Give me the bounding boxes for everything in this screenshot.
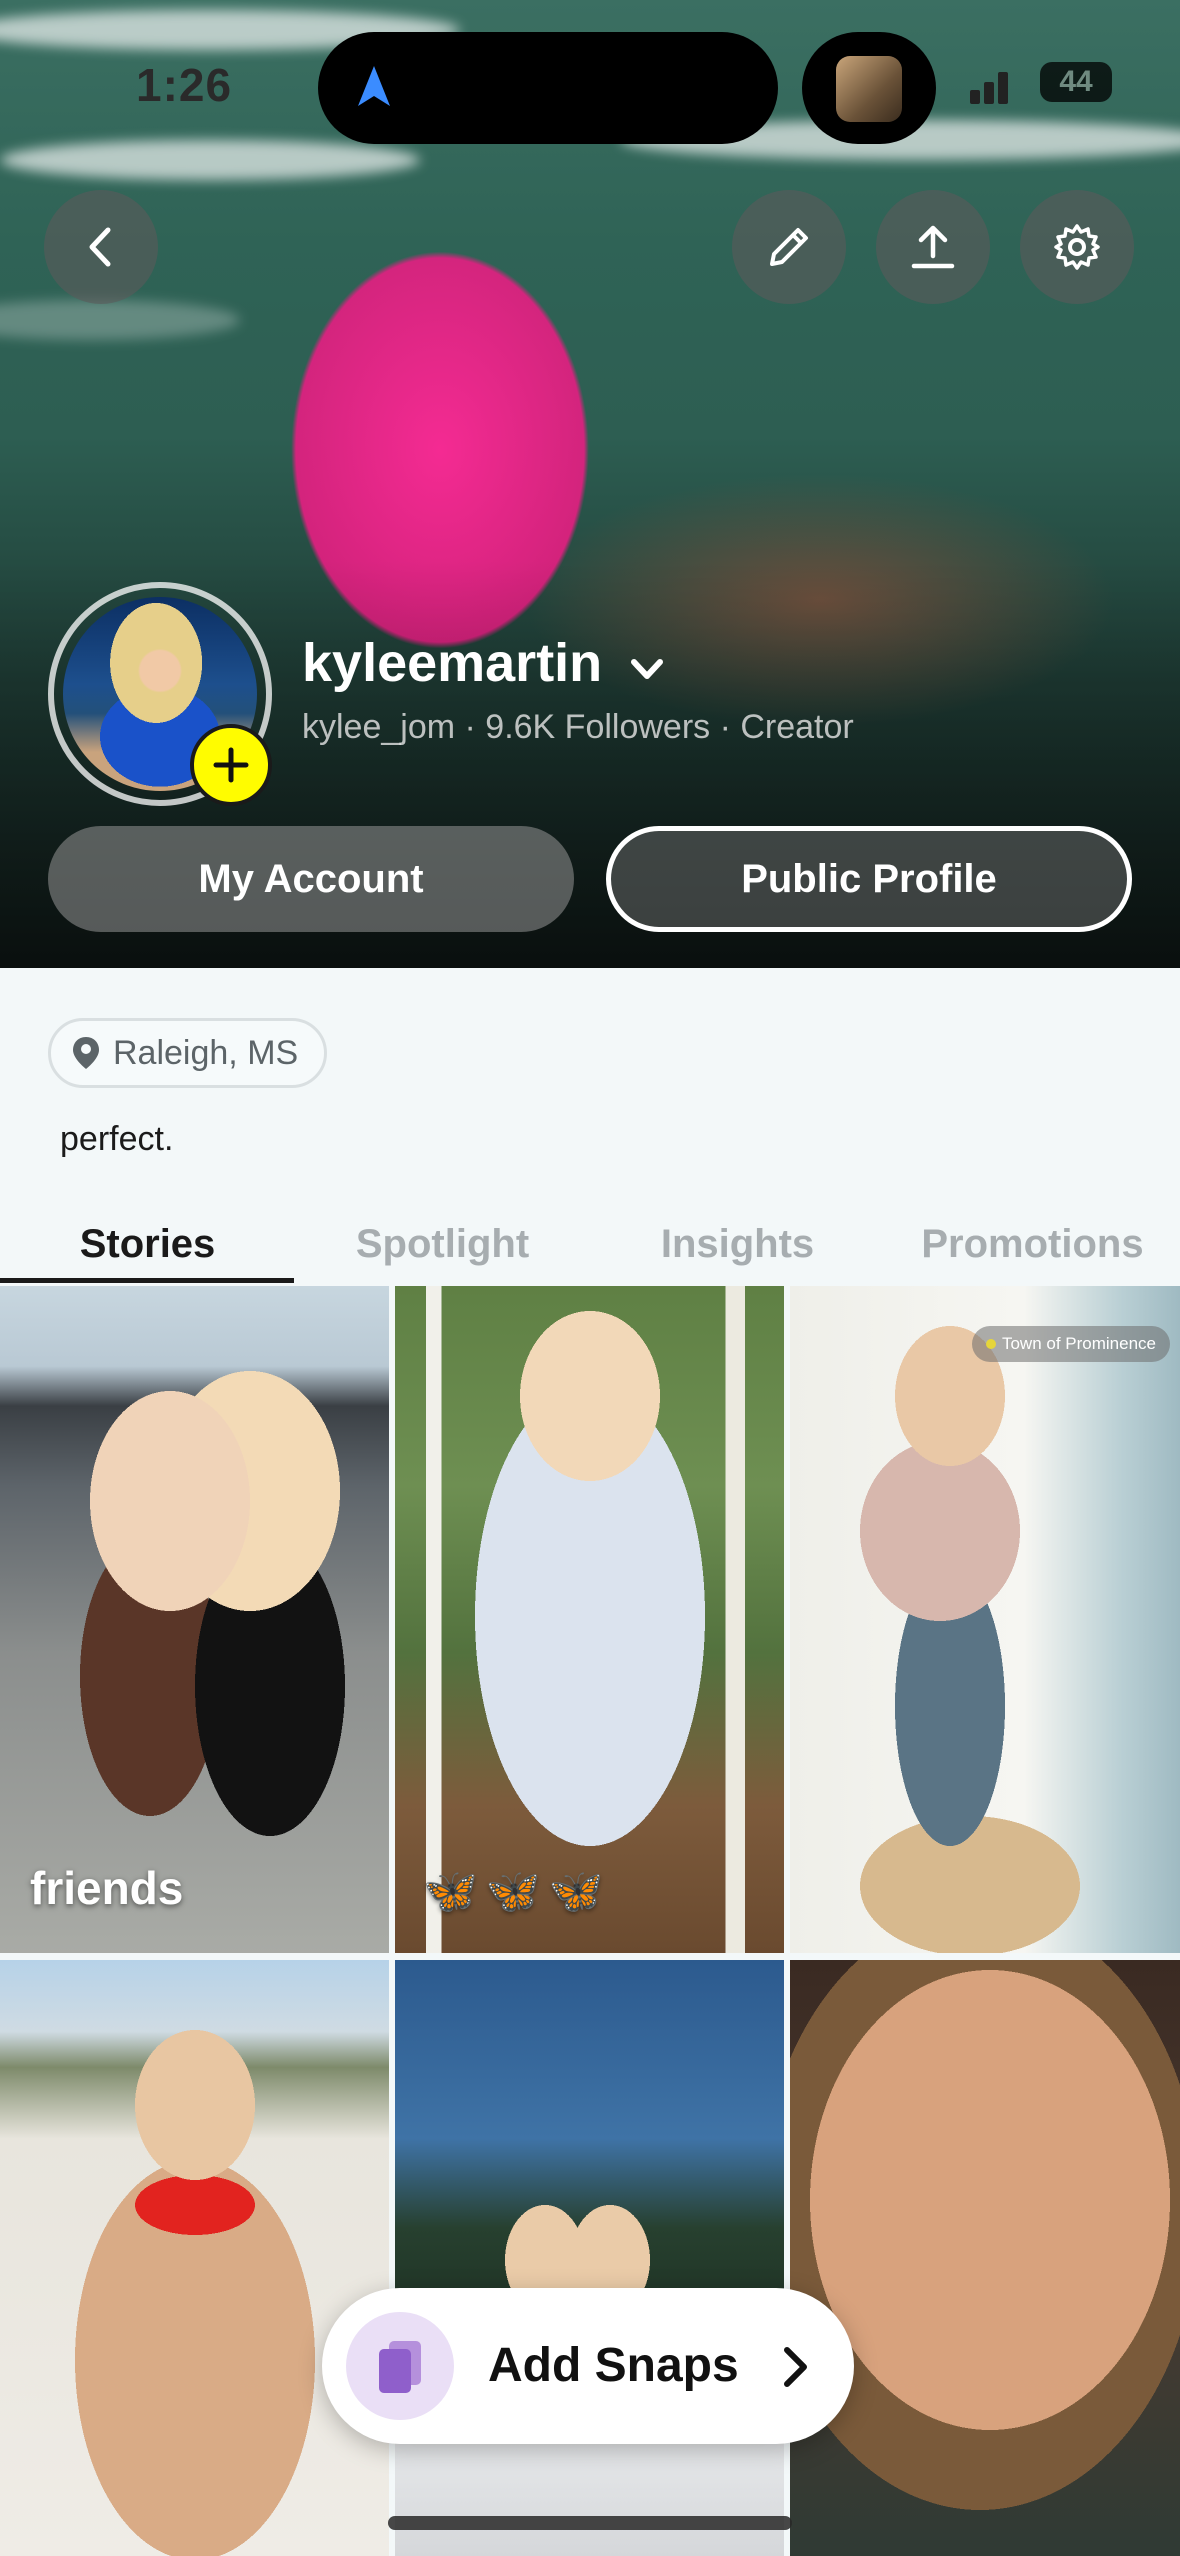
gear-icon — [1054, 224, 1100, 270]
battery-indicator: 44 — [1040, 62, 1112, 102]
background-wave — [0, 300, 240, 340]
story-tile[interactable] — [790, 1960, 1180, 2556]
place-tag-text: Town of Prominence — [1001, 1334, 1156, 1353]
home-indicator[interactable] — [388, 2516, 792, 2530]
island-avatar-image — [836, 56, 902, 122]
location-text: Raleigh, MS — [113, 1033, 299, 1072]
back-button[interactable] — [44, 190, 158, 304]
snap-stack-icon-bg — [346, 2312, 454, 2420]
story-tile[interactable]: Town of Prominence — [790, 1286, 1180, 1953]
tab-promotions[interactable]: Promotions — [885, 1202, 1180, 1282]
profile-bio: perfect. — [60, 1120, 174, 1158]
story-tile[interactable] — [395, 1960, 784, 2556]
profile-meta: kylee_jom · 9.6K Followers · Creator — [302, 708, 854, 746]
share-icon — [911, 225, 955, 269]
add-snaps-button[interactable]: Add Snaps — [322, 2288, 854, 2444]
story-caption: 🦋🦋🦋 — [423, 1867, 612, 1916]
back-icon — [89, 227, 111, 267]
tab-spotlight[interactable]: Spotlight — [295, 1202, 590, 1282]
settings-button[interactable] — [1020, 190, 1134, 304]
tab-stories[interactable]: Stories — [0, 1202, 295, 1282]
snap-stack-icon — [379, 2341, 421, 2393]
public-profile-button[interactable]: Public Profile — [606, 826, 1132, 932]
add-story-button[interactable] — [190, 724, 272, 806]
chevron-down-icon[interactable] — [624, 646, 670, 692]
edit-button[interactable] — [732, 190, 846, 304]
navigation-arrow-icon — [358, 66, 390, 106]
tab-insights[interactable]: Insights — [590, 1202, 885, 1282]
status-time: 1:26 — [136, 59, 233, 111]
story-tile[interactable] — [0, 1960, 389, 2556]
profile-tabs: Stories Spotlight Insights Promotions — [0, 1202, 1180, 1282]
island-activity — [802, 32, 936, 144]
story-caption: friends — [30, 1862, 184, 1914]
story-tile[interactable]: 🦋🦋🦋 — [395, 1286, 784, 1953]
place-tag: Town of Prominence — [971, 1326, 1170, 1362]
location-chip[interactable]: Raleigh, MS — [48, 1018, 328, 1088]
display-name[interactable]: kyleemartin — [302, 632, 602, 694]
story-tile[interactable]: friends — [0, 1286, 389, 1953]
my-account-button[interactable]: My Account — [48, 826, 574, 932]
active-tab-indicator — [0, 1278, 294, 1283]
chevron-right-icon — [784, 2347, 807, 2387]
plus-icon — [213, 747, 249, 783]
edit-icon — [770, 228, 808, 266]
add-snaps-label: Add Snaps — [488, 2339, 739, 2392]
place-dot-icon — [985, 1339, 996, 1349]
profile-header: 1:26 44 kyleemartin kylee_jom · 9.6K Fol… — [0, 0, 1180, 968]
share-button[interactable] — [876, 190, 990, 304]
background-wave — [0, 140, 420, 180]
location-pin-icon — [73, 1037, 99, 1069]
